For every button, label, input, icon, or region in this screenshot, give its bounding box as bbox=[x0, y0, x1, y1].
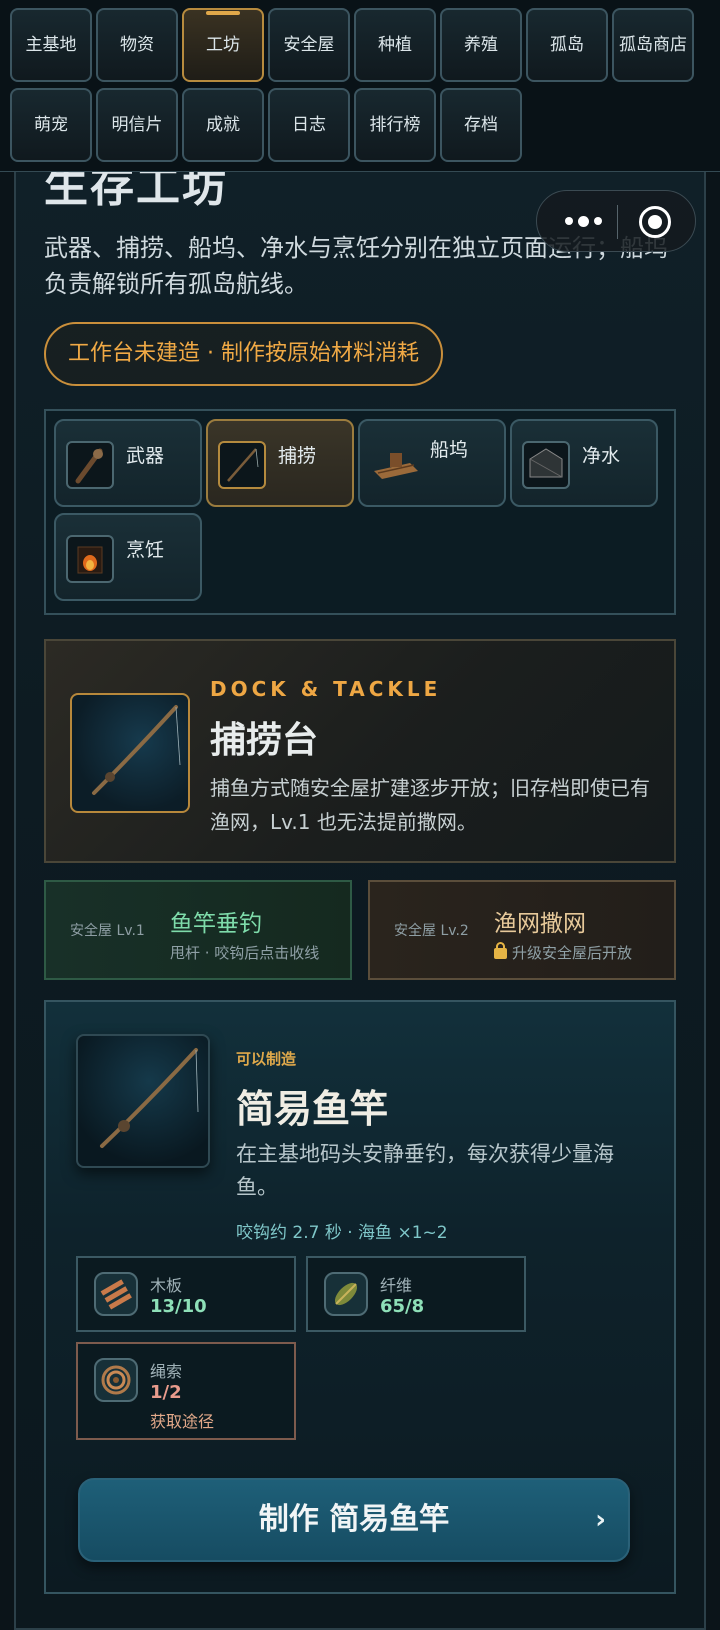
tab-postcards[interactable]: 明信片 bbox=[96, 88, 178, 162]
more-dots-icon[interactable] bbox=[551, 191, 615, 251]
material-count: 1/2 bbox=[150, 1382, 182, 1403]
campfire-icon bbox=[66, 535, 114, 583]
wood-planks-icon bbox=[94, 1272, 138, 1316]
tab-island[interactable]: 孤岛 bbox=[526, 8, 608, 82]
material-fiber: 纤维 65/8 bbox=[306, 1256, 526, 1332]
category-label: 船坞 bbox=[430, 439, 469, 461]
recipe-status: 可以制造 bbox=[236, 1050, 297, 1068]
material-rope: 绳索 1/2 获取途径 bbox=[76, 1342, 296, 1440]
tab-workshop[interactable]: 工坊 bbox=[182, 8, 264, 82]
fishing-station-hero: DOCK & TACKLE 捕捞台 捕鱼方式随安全屋扩建逐步开放；旧存档即使已有… bbox=[44, 639, 676, 863]
top-navigation: 主基地 物资 工坊 安全屋 种植 养殖 孤岛 孤岛商店 萌宠 明信片 成就 日志… bbox=[0, 0, 720, 172]
fishing-rod-icon bbox=[218, 441, 266, 489]
raft-icon bbox=[370, 441, 418, 489]
category-label: 净水 bbox=[582, 445, 621, 467]
category-cooking[interactable]: 烹饪 bbox=[54, 513, 202, 601]
recipe-card: 可以制造 简易鱼竿 在主基地码头安静垂钓，每次获得少量海鱼。 咬钩约 2.7 秒… bbox=[44, 1000, 676, 1594]
recipe-description: 在主基地码头安静垂钓，每次获得少量海鱼。 bbox=[236, 1142, 614, 1199]
rope-coil-icon bbox=[94, 1358, 138, 1402]
method-rod-fishing[interactable]: 安全屋 Lv.1 鱼竿垂钓 甩杆 · 咬钩后点击收线 bbox=[44, 880, 352, 980]
method-subtitle: 甩杆 · 咬钩后点击收线 bbox=[170, 944, 320, 962]
material-wood: 木板 13/10 bbox=[76, 1256, 296, 1332]
category-weapons[interactable]: 武器 bbox=[54, 419, 202, 507]
method-title: 鱼竿垂钓 bbox=[170, 911, 262, 937]
method-subtitle-locked: 升级安全屋后开放 bbox=[494, 942, 632, 963]
category-label: 武器 bbox=[126, 445, 165, 467]
miniprogram-capsule bbox=[536, 190, 696, 252]
tab-pets[interactable]: 萌宠 bbox=[10, 88, 92, 162]
tab-breeding[interactable]: 养殖 bbox=[440, 8, 522, 82]
material-name: 纤维 bbox=[380, 1276, 413, 1295]
hero-description: 捕鱼方式随安全屋扩建逐步开放；旧存档即使已有渔网，Lv.1 也无法提前撒网。 bbox=[210, 776, 650, 834]
target-circle-icon[interactable] bbox=[639, 206, 671, 238]
workshop-category-panel: 武器 捕捞 船坞 净水 烹饪 bbox=[44, 409, 676, 615]
material-name: 绳索 bbox=[150, 1362, 183, 1381]
club-icon bbox=[66, 441, 114, 489]
fiber-bundle-icon bbox=[324, 1272, 368, 1316]
workbench-status-pill: 工作台未建造 · 制作按原始材料消耗 bbox=[44, 322, 443, 386]
hero-eyebrow: DOCK & TACKLE bbox=[210, 677, 442, 701]
method-requirement: 安全屋 Lv.2 bbox=[394, 923, 469, 939]
craft-button-label: 制作 简易鱼竿 bbox=[258, 1502, 450, 1537]
tab-supplies[interactable]: 物资 bbox=[96, 8, 178, 82]
fishing-rod-icon bbox=[70, 693, 190, 813]
tab-leaderboard[interactable]: 排行榜 bbox=[354, 88, 436, 162]
method-title: 渔网撒网 bbox=[494, 911, 586, 937]
material-name: 木板 bbox=[150, 1276, 183, 1295]
water-still-icon bbox=[522, 441, 570, 489]
recipe-title: 简易鱼竿 bbox=[236, 1087, 389, 1131]
acquire-source-link[interactable]: 获取途径 bbox=[150, 1408, 214, 1432]
method-subtitle: 升级安全屋后开放 bbox=[512, 944, 633, 962]
category-label: 烹饪 bbox=[126, 539, 165, 561]
lock-icon bbox=[494, 942, 507, 959]
category-water[interactable]: 净水 bbox=[510, 419, 658, 507]
tab-farming[interactable]: 种植 bbox=[354, 8, 436, 82]
material-count: 65/8 bbox=[380, 1296, 425, 1317]
method-requirement: 安全屋 Lv.1 bbox=[70, 923, 145, 939]
material-count: 13/10 bbox=[150, 1296, 207, 1317]
hero-title: 捕捞台 bbox=[210, 720, 319, 761]
tab-island-shop[interactable]: 孤岛商店 bbox=[612, 8, 694, 82]
category-fishing[interactable]: 捕捞 bbox=[206, 419, 354, 507]
tab-achievements[interactable]: 成就 bbox=[182, 88, 264, 162]
chevron-right-icon: › bbox=[595, 1505, 606, 1535]
tab-log[interactable]: 日志 bbox=[268, 88, 350, 162]
craft-button[interactable]: 制作 简易鱼竿 › bbox=[78, 1478, 630, 1562]
capsule-divider bbox=[617, 205, 618, 239]
fishing-rod-icon bbox=[76, 1034, 210, 1168]
recipe-stats: 咬钩约 2.7 秒 · 海鱼 ×1~2 bbox=[236, 1223, 448, 1243]
tab-safehouse[interactable]: 安全屋 bbox=[268, 8, 350, 82]
tab-save[interactable]: 存档 bbox=[440, 88, 522, 162]
category-dock[interactable]: 船坞 bbox=[358, 419, 506, 507]
category-label: 捕捞 bbox=[278, 445, 317, 467]
method-net-fishing[interactable]: 安全屋 Lv.2 渔网撒网 升级安全屋后开放 bbox=[368, 880, 676, 980]
tab-main-base[interactable]: 主基地 bbox=[10, 8, 92, 82]
